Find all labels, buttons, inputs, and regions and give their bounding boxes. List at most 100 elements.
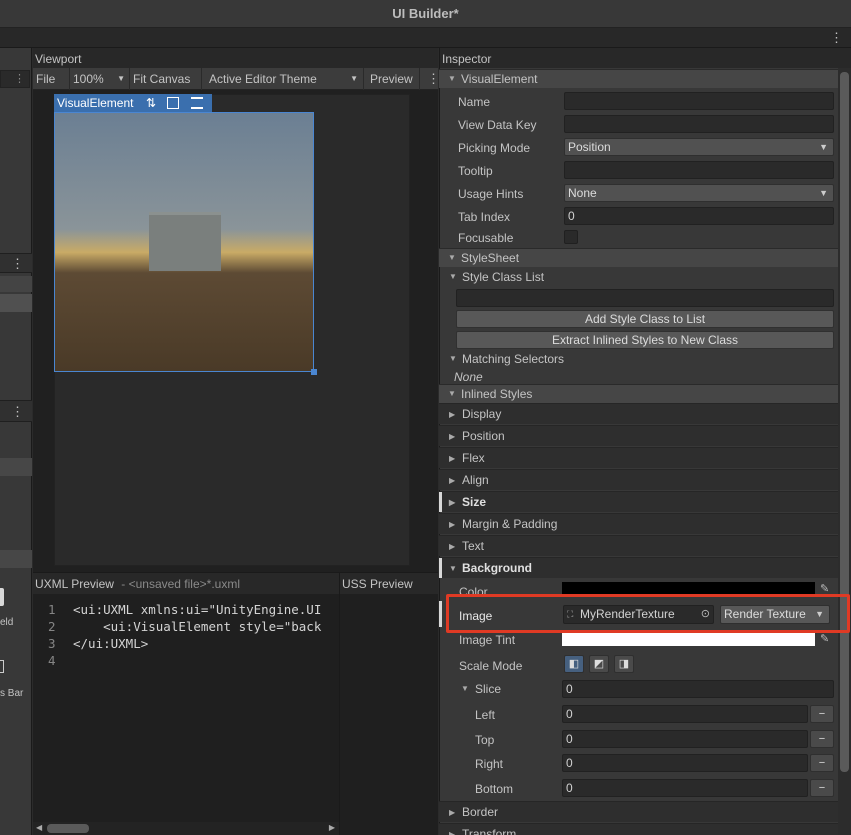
uxml-code-area[interactable]: 1 <ui:UXML xmlns:ui="UnityEngine.UI 2 <u… xyxy=(33,594,339,835)
foldout-label: Size xyxy=(462,495,487,509)
background-foldout[interactable]: ▼ Background xyxy=(439,557,838,578)
file-menu[interactable]: File ▼ xyxy=(33,68,70,107)
layout-vertical-icon[interactable] xyxy=(191,97,203,109)
sort-icon[interactable]: ⇅ xyxy=(144,96,158,110)
inspector-scroll-thumb[interactable] xyxy=(840,72,849,772)
foldout-label: Margin & Padding xyxy=(462,517,558,531)
visual-element-section-header[interactable]: ▼ VisualElement xyxy=(439,69,838,88)
expand-arrow-icon: ▶ xyxy=(449,410,456,419)
scroll-thumb[interactable] xyxy=(47,824,89,833)
search-options-icon[interactable]: ⋮ xyxy=(14,72,25,85)
library-item[interactable] xyxy=(0,458,32,476)
border-foldout[interactable]: ▶ Border xyxy=(439,801,838,822)
view-data-key-field[interactable] xyxy=(564,115,834,133)
uss-code-area[interactable] xyxy=(339,594,438,835)
name-label: Name xyxy=(458,95,491,109)
visual-element-tab[interactable]: VisualElement ⇅ xyxy=(54,94,212,112)
scroll-left-icon[interactable]: ◀ xyxy=(36,823,42,832)
slice-right-field[interactable]: 0 xyxy=(562,754,808,772)
slice-top-field[interactable]: 0 xyxy=(562,730,808,748)
scale-to-fit-icon[interactable]: ◧ xyxy=(564,655,584,673)
add-style-class-button[interactable]: Add Style Class to List xyxy=(456,310,834,328)
zoom-arrow-icon: ▼ xyxy=(117,74,125,83)
library-row[interactable] xyxy=(0,276,32,292)
section-title: StyleSheet xyxy=(461,251,520,265)
slice-bottom-field[interactable]: 0 xyxy=(562,779,808,797)
focusable-checkbox[interactable] xyxy=(564,230,578,244)
line-number: 2 xyxy=(48,619,56,634)
picking-mode-value: Position xyxy=(568,140,611,154)
hierarchy-search-field[interactable]: ⋮ xyxy=(0,70,30,88)
text-foldout[interactable]: ▶ Text xyxy=(439,535,838,556)
uxml-horizontal-scrollbar[interactable]: ◀ ▶ xyxy=(33,822,339,835)
display-foldout[interactable]: ▶ Display xyxy=(439,403,838,424)
zoom-dropdown[interactable]: 100% ▼ xyxy=(70,68,130,90)
render-texture-cube xyxy=(149,212,221,271)
foldout-label: Text xyxy=(462,539,485,553)
dropdown-arrow-icon: ▼ xyxy=(819,142,828,152)
theme-dropdown[interactable]: Active Editor Theme ▼ xyxy=(204,68,364,90)
fit-canvas-label: Fit Canvas xyxy=(133,72,191,86)
tooltip-field[interactable] xyxy=(564,161,834,179)
foldout-label: Align xyxy=(462,473,489,487)
style-class-input[interactable] xyxy=(456,289,834,307)
matching-selectors-arrow-icon[interactable]: ▼ xyxy=(449,354,457,363)
fit-canvas-button[interactable]: Fit Canvas xyxy=(130,68,202,90)
library-item[interactable] xyxy=(0,550,32,568)
slice-field[interactable]: 0 xyxy=(562,680,834,698)
usage-hints-value: None xyxy=(568,186,597,200)
margin-padding-foldout[interactable]: ▶ Margin & Padding xyxy=(439,513,838,534)
foldout-label: Background xyxy=(462,561,533,575)
view-data-key-label: View Data Key xyxy=(458,118,537,132)
slice-right-unit-button[interactable]: − xyxy=(810,754,834,772)
slice-arrow-icon[interactable]: ▼ xyxy=(461,684,469,693)
code-line: <ui:VisualElement style="back xyxy=(73,619,322,634)
slice-left-unit-button[interactable]: − xyxy=(810,705,834,723)
slice-bottom-unit-button[interactable]: − xyxy=(810,779,834,797)
window-menu-icon[interactable]: ⋮ xyxy=(830,31,843,44)
image-tint-swatch[interactable] xyxy=(562,632,815,646)
usage-hints-dropdown[interactable]: None ▼ xyxy=(564,184,834,202)
text-field-control-icon[interactable] xyxy=(0,588,4,606)
expand-arrow-icon: ▶ xyxy=(449,830,456,835)
library-menu-icon[interactable]: ⋮ xyxy=(11,256,24,272)
matching-selectors-label: Matching Selectors xyxy=(462,352,565,366)
expand-arrow-icon: ▶ xyxy=(449,498,456,507)
expand-arrow-icon: ▶ xyxy=(449,520,456,529)
tab-index-field[interactable]: 0 xyxy=(564,207,834,225)
section-title: Inlined Styles xyxy=(461,387,533,401)
preview-toggle[interactable]: Preview xyxy=(366,68,420,90)
inlined-styles-section-header[interactable]: ▼ Inlined Styles xyxy=(439,384,838,403)
matching-selectors-value: None xyxy=(454,370,483,384)
align-foldout[interactable]: ▶ Align xyxy=(439,469,838,490)
stretch-to-fill-icon[interactable]: ◨ xyxy=(614,655,634,673)
viewport-header: Viewport xyxy=(33,48,438,68)
scroller-control-icon[interactable] xyxy=(0,660,4,673)
collapse-arrow-icon: ▼ xyxy=(448,389,456,398)
slice-left-field[interactable]: 0 xyxy=(562,705,808,723)
focusable-label: Focusable xyxy=(458,231,514,245)
eyedropper-icon[interactable]: ✎ xyxy=(820,632,829,645)
scroll-right-icon[interactable]: ▶ xyxy=(329,823,335,832)
transform-foldout[interactable]: ▶ Transform xyxy=(439,823,838,835)
stylesheet-section-header[interactable]: ▼ StyleSheet xyxy=(439,248,838,267)
foldout-label: Transform xyxy=(462,827,517,835)
style-class-list-arrow-icon[interactable]: ▼ xyxy=(449,272,457,281)
scale-and-crop-icon[interactable]: ◩ xyxy=(589,655,609,673)
resize-handle[interactable] xyxy=(311,369,317,375)
extract-inlined-styles-button[interactable]: Extract Inlined Styles to New Class xyxy=(456,331,834,349)
slice-top-unit-button[interactable]: − xyxy=(810,730,834,748)
visual-element-preview[interactable] xyxy=(54,112,314,372)
layout-horizontal-icon[interactable] xyxy=(167,97,179,109)
flex-foldout[interactable]: ▶ Flex xyxy=(439,447,838,468)
expand-arrow-icon: ▶ xyxy=(449,542,456,551)
name-field[interactable] xyxy=(564,92,834,110)
position-foldout[interactable]: ▶ Position xyxy=(439,425,838,446)
library-tab[interactable] xyxy=(0,294,32,312)
window-title: UI Builder* xyxy=(392,6,459,21)
usage-hints-label: Usage Hints xyxy=(458,187,524,201)
title-bar: UI Builder* xyxy=(0,0,851,28)
size-foldout[interactable]: ▶ Size xyxy=(439,491,838,512)
library-section-menu-icon[interactable]: ⋮ xyxy=(11,404,24,420)
picking-mode-dropdown[interactable]: Position ▼ xyxy=(564,138,834,156)
